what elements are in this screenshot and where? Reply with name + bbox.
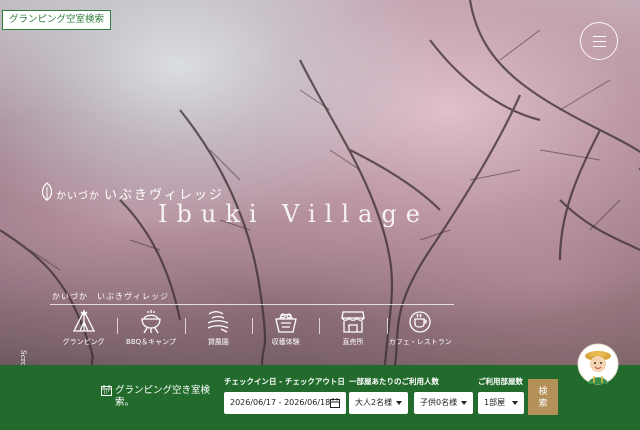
shop-icon — [341, 311, 365, 333]
category-label: 収穫体験 — [271, 338, 300, 346]
logo-small-text: かいづか — [56, 191, 100, 202]
category-label: BBQ＆キャンプ — [126, 338, 176, 346]
logo-english-title: Ibuki Village — [158, 200, 429, 228]
children-value: 子供0名様 — [420, 398, 458, 407]
category-bbq-camp[interactable]: BBQ＆キャンプ — [117, 306, 184, 352]
category-direct-store[interactable]: 直売所 — [319, 306, 386, 352]
date-range-value: 2026/06/17 - 2026/06/18 — [230, 398, 331, 407]
search-button-line1: 検 — [538, 386, 548, 396]
cafe-icon — [409, 311, 431, 333]
category-nav: グランピング BBQ＆キャンプ 貸農園 収穫体験 直売所 カフェ・レストラン — [50, 306, 454, 352]
category-divider — [50, 304, 454, 305]
calendar-picker-icon[interactable] — [330, 398, 340, 408]
harvest-basket-icon — [274, 313, 297, 333]
date-range-input[interactable]: 2026/06/17 - 2026/06/18 — [224, 392, 346, 414]
chevron-down-icon — [461, 401, 467, 405]
adults-value: 大人2名様 — [355, 398, 393, 407]
calendar-icon — [101, 385, 112, 396]
mascot-chat-icon[interactable] — [577, 343, 619, 385]
adults-select[interactable]: 大人2名様 — [349, 392, 408, 414]
vacancy-search-badge[interactable]: グランピング空室検索 — [2, 10, 112, 30]
category-label: 直売所 — [342, 338, 364, 346]
children-select[interactable]: 子供0名様 — [414, 392, 473, 414]
category-label: グランピング — [62, 338, 105, 346]
leaf-logo-icon — [41, 182, 53, 201]
category-rental-farm[interactable]: 貸農園 — [184, 306, 252, 352]
category-cafe-restaurant[interactable]: カフェ・レストラン — [386, 306, 454, 352]
rooms-label: ご利用部屋数 — [478, 377, 523, 386]
rooms-select[interactable]: 1部屋 — [478, 392, 524, 414]
search-button-line2: 索 — [538, 398, 548, 408]
category-glamping[interactable]: グランピング — [50, 306, 117, 352]
vacancy-search-bar: グランピング空き室検索。 チェックイン日 - チェックアウト日 2026/06/… — [0, 365, 640, 430]
rooms-value: 1部屋 — [484, 398, 506, 407]
grill-icon — [141, 310, 161, 334]
date-label: チェックイン日 - チェックアウト日 — [224, 377, 345, 386]
menu-button[interactable] — [580, 22, 618, 60]
chevron-down-icon — [396, 401, 402, 405]
guests-label: 一部屋あたりのご利用人数 — [349, 377, 439, 386]
category-label: カフェ・レストラン — [388, 338, 452, 346]
tent-icon — [72, 309, 95, 332]
farm-icon — [208, 311, 229, 333]
search-title-text: グランピング空き室検索。 — [115, 385, 211, 408]
search-button[interactable]: 検 索 — [528, 379, 558, 415]
chevron-down-icon — [512, 401, 518, 405]
category-heading: かいづか いぶきヴィレッジ — [52, 292, 169, 301]
category-label: 貸農園 — [207, 338, 229, 346]
search-bar-title: グランピング空き室検索。 — [101, 385, 216, 409]
category-harvest[interactable]: 収穫体験 — [251, 306, 319, 352]
